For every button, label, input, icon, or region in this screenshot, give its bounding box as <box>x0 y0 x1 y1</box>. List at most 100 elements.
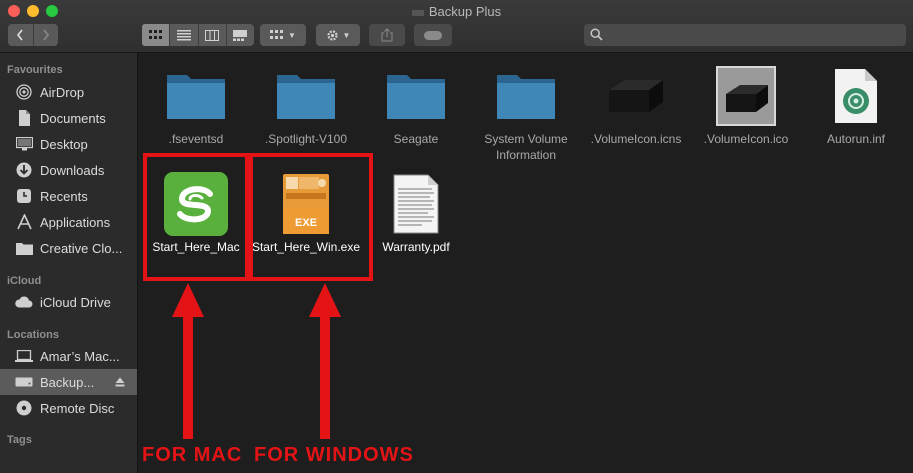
file-name: .VolumeIcon.ico <box>703 132 789 146</box>
grid-arrange-icon <box>270 29 284 39</box>
search-input[interactable] <box>608 24 892 48</box>
search-field[interactable] <box>584 24 906 48</box>
mac-annotation-label: FOR MAC <box>142 444 243 466</box>
sidebar-section-favourites: Favourites <box>7 64 63 76</box>
clock-icon <box>14 187 34 205</box>
sidebar-section-tags: Tags <box>7 434 32 446</box>
sidebar-item-icloud-drive[interactable]: iCloud Drive <box>0 289 137 315</box>
sidebar-item-mac[interactable]: Amar’s Mac... <box>0 343 137 369</box>
sidebar-item-applications[interactable]: Applications <box>0 209 137 235</box>
title-bar: Backup Plus ▼ ▼ <box>0 0 913 53</box>
gallery-view-icon <box>233 29 248 41</box>
arrange-button[interactable]: ▼ <box>260 24 306 46</box>
action-button[interactable]: ▼ <box>316 24 360 46</box>
sidebar-item-downloads[interactable]: Downloads <box>0 157 137 183</box>
download-icon <box>14 161 34 179</box>
file-name: .VolumeIcon.icns <box>590 132 682 146</box>
arrow-up-icon <box>309 283 341 439</box>
forward-button[interactable] <box>32 24 59 46</box>
chevron-down-icon: ▼ <box>342 30 351 40</box>
sidebar-item-label: Amar’s Mac... <box>40 348 120 364</box>
search-icon <box>590 28 603 41</box>
file-item[interactable]: System Volume Information <box>471 61 581 163</box>
chevron-left-icon <box>17 29 23 41</box>
gallery-view-button[interactable] <box>225 24 254 46</box>
sidebar-item-recents[interactable]: Recents <box>0 183 137 209</box>
column-view-button[interactable] <box>197 24 226 46</box>
mac-highlight-box <box>143 153 249 281</box>
file-item[interactable]: .VolumeIcon.icns <box>581 61 691 147</box>
sidebar-item-label: Documents <box>40 110 106 126</box>
sidebar-item-label: Applications <box>40 214 111 230</box>
column-view-icon <box>205 29 220 41</box>
sidebar-item-airdrop[interactable]: AirDrop <box>0 79 137 105</box>
folder-icon <box>251 61 361 131</box>
tag-icon <box>424 30 442 40</box>
sidebar-item-label: Recents <box>40 188 88 204</box>
desktop-icon <box>14 135 34 153</box>
chevron-down-icon: ▼ <box>288 30 296 40</box>
drive-icon <box>14 373 34 391</box>
icon-view-icon <box>148 29 162 39</box>
file-name: System Volume Information <box>484 132 568 162</box>
share-button[interactable] <box>369 24 405 46</box>
sidebar-item-label: iCloud Drive <box>40 294 111 310</box>
back-button[interactable] <box>8 24 33 46</box>
sidebar-item-label: Downloads <box>40 162 105 178</box>
folder-icon <box>141 61 251 131</box>
sidebar-item-label: Backup... <box>40 374 95 390</box>
file-item[interactable]: Warranty.pdf <box>361 169 471 255</box>
icon-view-button[interactable] <box>142 24 170 46</box>
sidebar-item-documents[interactable]: Documents <box>0 105 137 131</box>
folder-icon <box>471 61 581 131</box>
list-view-icon <box>176 29 191 40</box>
share-icon <box>381 28 393 42</box>
windows-annotation-label: FOR WINDOWS <box>254 444 414 466</box>
tag-button[interactable] <box>414 24 452 46</box>
cloud-icon <box>14 293 34 311</box>
file-grid: .fseventsd .Spotlight-V100 Seagate Syste… <box>138 53 913 473</box>
sidebar-item-label: AirDrop <box>40 84 85 100</box>
gear-icon <box>326 29 338 41</box>
windows-highlight-box <box>249 153 373 281</box>
sidebar-item-label: Desktop <box>40 136 88 152</box>
inf-file-icon <box>801 61 911 131</box>
sidebar-section-locations: Locations <box>7 329 59 341</box>
file-item[interactable]: Autorun.inf <box>801 61 911 147</box>
window-title-wrap: Backup Plus <box>0 4 913 19</box>
airdrop-icon <box>14 83 34 101</box>
file-name: Seagate <box>393 132 439 146</box>
sidebar-item-remote-disc[interactable]: Remote Disc <box>0 395 137 421</box>
file-name: Warranty.pdf <box>382 240 450 254</box>
drive-image-icon <box>691 61 801 131</box>
file-item[interactable]: .Spotlight-V100 <box>251 61 361 147</box>
drive-image-icon <box>581 61 691 131</box>
file-name: .Spotlight-V100 <box>264 132 348 146</box>
navigation-buttons <box>8 24 58 46</box>
eject-icon[interactable] <box>115 375 125 390</box>
folder-icon <box>14 239 34 257</box>
disc-icon <box>14 399 34 417</box>
drive-icon <box>411 9 424 16</box>
folder-icon <box>361 61 471 131</box>
file-name: .fseventsd <box>168 132 224 146</box>
sidebar: Favourites AirDrop Documents Desktop Dow… <box>0 53 138 473</box>
sidebar-item-label: Creative Clo... <box>40 240 123 256</box>
document-icon <box>14 109 34 127</box>
list-view-button[interactable] <box>169 24 197 46</box>
laptop-icon <box>14 347 34 365</box>
view-mode-group <box>142 24 254 46</box>
sidebar-item-label: Remote Disc <box>40 400 115 416</box>
sidebar-section-icloud: iCloud <box>7 275 42 287</box>
file-item[interactable]: Seagate <box>361 61 471 147</box>
sidebar-item-backup[interactable]: Backup... <box>0 369 137 395</box>
sidebar-item-creative-cloud[interactable]: Creative Clo... <box>0 235 137 261</box>
chevron-right-icon <box>43 29 49 41</box>
pdf-file-icon <box>361 169 471 239</box>
arrow-up-icon <box>172 283 204 439</box>
file-item[interactable]: .VolumeIcon.ico <box>691 61 801 147</box>
sidebar-item-desktop[interactable]: Desktop <box>0 131 137 157</box>
file-item[interactable]: .fseventsd <box>141 61 251 147</box>
file-name: Autorun.inf <box>826 132 886 146</box>
window-title: Backup Plus <box>428 4 502 19</box>
